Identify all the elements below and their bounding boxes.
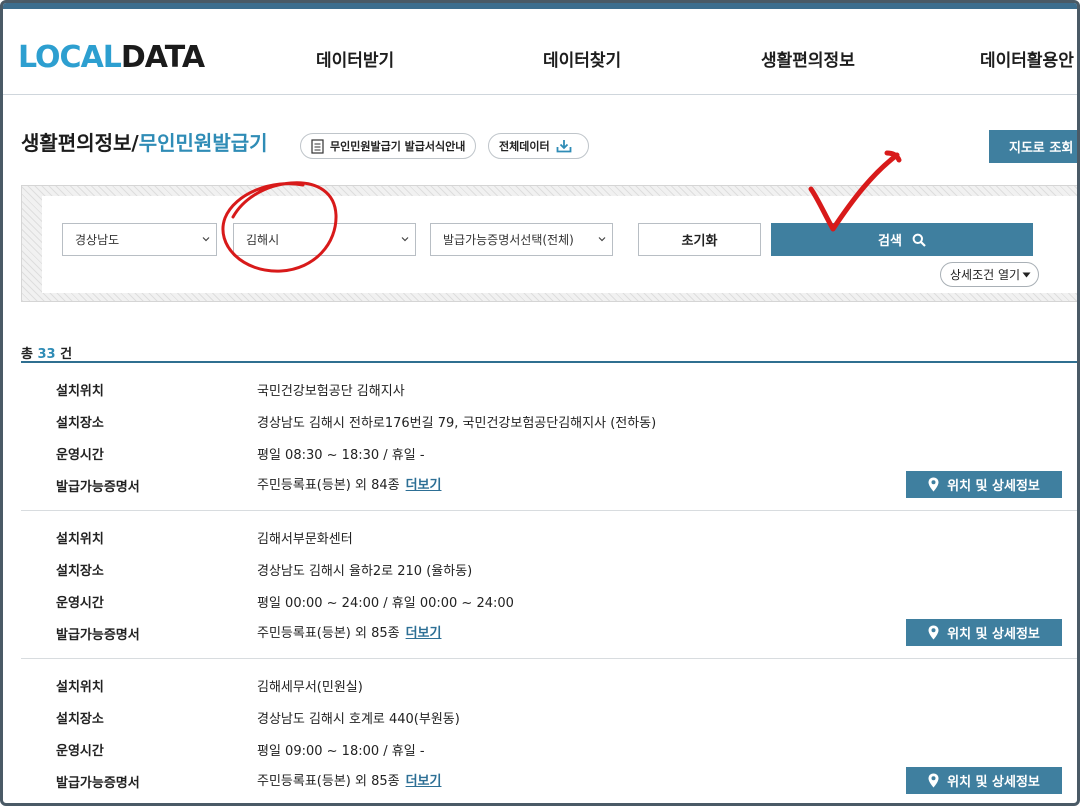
more-link[interactable]: 더보기 — [406, 774, 442, 789]
label-hours: 운영시간 — [56, 744, 104, 759]
detail-conditions-toggle[interactable]: 상세조건 열기 — [940, 262, 1040, 287]
value-place: 경상남도 김해시 율하2로 210 (율하동) — [257, 564, 473, 579]
label-hours: 운영시간 — [56, 448, 104, 463]
site-logo[interactable]: LOCALDATA — [18, 40, 205, 75]
city-select[interactable]: 김해시 — [233, 223, 416, 256]
label-location: 설치위치 — [56, 384, 104, 399]
page-title-main: 생활편의정보/ — [21, 131, 139, 155]
detail-button-label: 위치 및 상세정보 — [947, 627, 1040, 642]
map-pin-icon — [928, 477, 939, 492]
logo-data: DATA — [120, 40, 205, 75]
certificates-text: 주민등록표(등본) 외 84종 — [257, 478, 400, 493]
map-pin-icon — [928, 625, 939, 640]
page-title: 생활편의정보/무인민원발급기 — [21, 127, 268, 156]
nav-data-search[interactable]: 데이터찾기 — [543, 46, 621, 71]
search-button[interactable]: 검색 — [771, 223, 1033, 256]
more-link[interactable]: 더보기 — [406, 478, 442, 493]
detail-button-label: 위치 및 상세정보 — [947, 775, 1040, 790]
all-data-button[interactable]: 전체데이터 — [488, 133, 589, 159]
browser-frame: LOCALDATA 데이터받기 데이터찾기 생활편의정보 데이터활용안 생활편의… — [0, 0, 1080, 806]
label-certificates: 발급가능증명서 — [56, 480, 140, 495]
location-detail-button[interactable]: 위치 및 상세정보 — [906, 471, 1062, 498]
total-count: 33 — [37, 347, 56, 362]
row-location: 설치위치 국민건강보험공단 김해지사 — [21, 380, 1077, 412]
value-certificates: 주민등록표(등본) 외 85종 더보기 — [257, 770, 441, 789]
page-title-sub: 무인민원발급기 — [138, 131, 268, 155]
province-value: 경상남도 — [75, 233, 120, 247]
detail-button-label: 위치 및 상세정보 — [947, 479, 1040, 494]
label-place: 설치장소 — [56, 564, 104, 579]
form-guide-label: 무인민원발급기 발급서식안내 — [330, 140, 466, 153]
row-place: 설치장소 경상남도 김해시 율하2로 210 (율하동) — [21, 560, 1077, 592]
certificate-select[interactable]: 발급가능증명서선택(전체) — [430, 223, 613, 256]
value-hours: 평일 09:00 ~ 18:00 / 휴일 - — [257, 744, 425, 759]
nav-life-info[interactable]: 생활편의정보 — [761, 46, 855, 71]
label-place: 설치장소 — [56, 712, 104, 727]
chevron-down-icon — [598, 237, 606, 242]
value-location: 김해세무서(민원실) — [257, 680, 363, 695]
search-panel: 경상남도 김해시 발급가능증명서선택(전체) 초기화 검색 상세조건 열기 — [21, 185, 1077, 302]
label-hours: 운영시간 — [56, 596, 104, 611]
caret-down-icon — [1022, 272, 1031, 277]
label-certificates: 발급가능증명서 — [56, 628, 140, 643]
more-link[interactable]: 더보기 — [406, 626, 442, 641]
certificates-text: 주민등록표(등본) 외 85종 — [257, 774, 400, 789]
result-total: 총 33 건 — [21, 343, 72, 362]
result-item: 설치위치 김해서부문화센터 설치장소 경상남도 김해시 율하2로 210 (율하동)… — [21, 511, 1077, 659]
chevron-down-icon — [401, 237, 409, 242]
value-certificates: 주민등록표(등본) 외 84종 더보기 — [257, 474, 441, 493]
label-location: 설치위치 — [56, 680, 104, 695]
value-certificates: 주민등록표(등본) 외 85종 더보기 — [257, 622, 441, 641]
label-location: 설치위치 — [56, 532, 104, 547]
result-item: 설치위치 김해세무서(민원실) 설치장소 경상남도 김해시 호계로 440(부원동)… — [21, 659, 1077, 803]
value-hours: 평일 08:30 ~ 18:30 / 휴일 - — [257, 448, 425, 463]
detail-toggle-label: 상세조건 열기 — [950, 268, 1021, 282]
total-suffix: 건 — [60, 347, 73, 362]
nav-data-usage[interactable]: 데이터활용안 — [980, 46, 1074, 71]
search-button-label: 검색 — [878, 234, 902, 249]
city-value: 김해시 — [246, 233, 280, 247]
value-place: 경상남도 김해시 전하로176번길 79, 국민건강보험공단김해지사 (전하동) — [257, 416, 657, 431]
label-certificates: 발급가능증명서 — [56, 776, 140, 791]
value-hours: 평일 00:00 ~ 24:00 / 휴일 00:00 ~ 24:00 — [257, 596, 514, 611]
row-place: 설치장소 경상남도 김해시 전하로176번길 79, 국민건강보험공단김해지사 (… — [21, 412, 1077, 444]
province-select[interactable]: 경상남도 — [62, 223, 217, 256]
label-place: 설치장소 — [56, 416, 104, 431]
location-detail-button[interactable]: 위치 및 상세정보 — [906, 767, 1062, 794]
reset-button[interactable]: 초기화 — [638, 223, 761, 256]
certificates-text: 주민등록표(등본) 외 85종 — [257, 626, 400, 641]
download-icon — [556, 140, 572, 153]
result-item: 설치위치 국민건강보험공단 김해지사 설치장소 경상남도 김해시 전하로176번길 … — [21, 363, 1077, 511]
value-location: 김해서부문화센터 — [257, 532, 353, 547]
row-place: 설치장소 경상남도 김해시 호계로 440(부원동) — [21, 708, 1077, 740]
nav-data-download[interactable]: 데이터받기 — [316, 46, 394, 71]
chevron-down-icon — [202, 237, 210, 242]
logo-local: LOCAL — [18, 40, 122, 75]
site-header: LOCALDATA 데이터받기 데이터찾기 생활편의정보 데이터활용안 — [3, 9, 1077, 95]
row-location: 설치위치 김해세무서(민원실) — [21, 676, 1077, 708]
search-form: 경상남도 김해시 발급가능증명서선택(전체) 초기화 검색 상세조건 열기 — [42, 196, 1077, 293]
location-detail-button[interactable]: 위치 및 상세정보 — [906, 619, 1062, 646]
certificate-value: 발급가능증명서선택(전체) — [443, 233, 574, 247]
all-data-label: 전체데이터 — [499, 140, 550, 153]
map-view-button[interactable]: 지도로 조회 — [989, 130, 1077, 163]
value-place: 경상남도 김해시 호계로 440(부원동) — [257, 712, 460, 727]
form-guide-button[interactable]: 무인민원발급기 발급서식안내 — [300, 133, 477, 159]
total-prefix: 총 — [21, 347, 33, 362]
map-pin-icon — [928, 773, 939, 788]
value-location: 국민건강보험공단 김해지사 — [257, 384, 405, 399]
row-location: 설치위치 김해서부문화센터 — [21, 528, 1077, 560]
document-icon — [311, 138, 324, 154]
search-icon — [912, 233, 926, 247]
